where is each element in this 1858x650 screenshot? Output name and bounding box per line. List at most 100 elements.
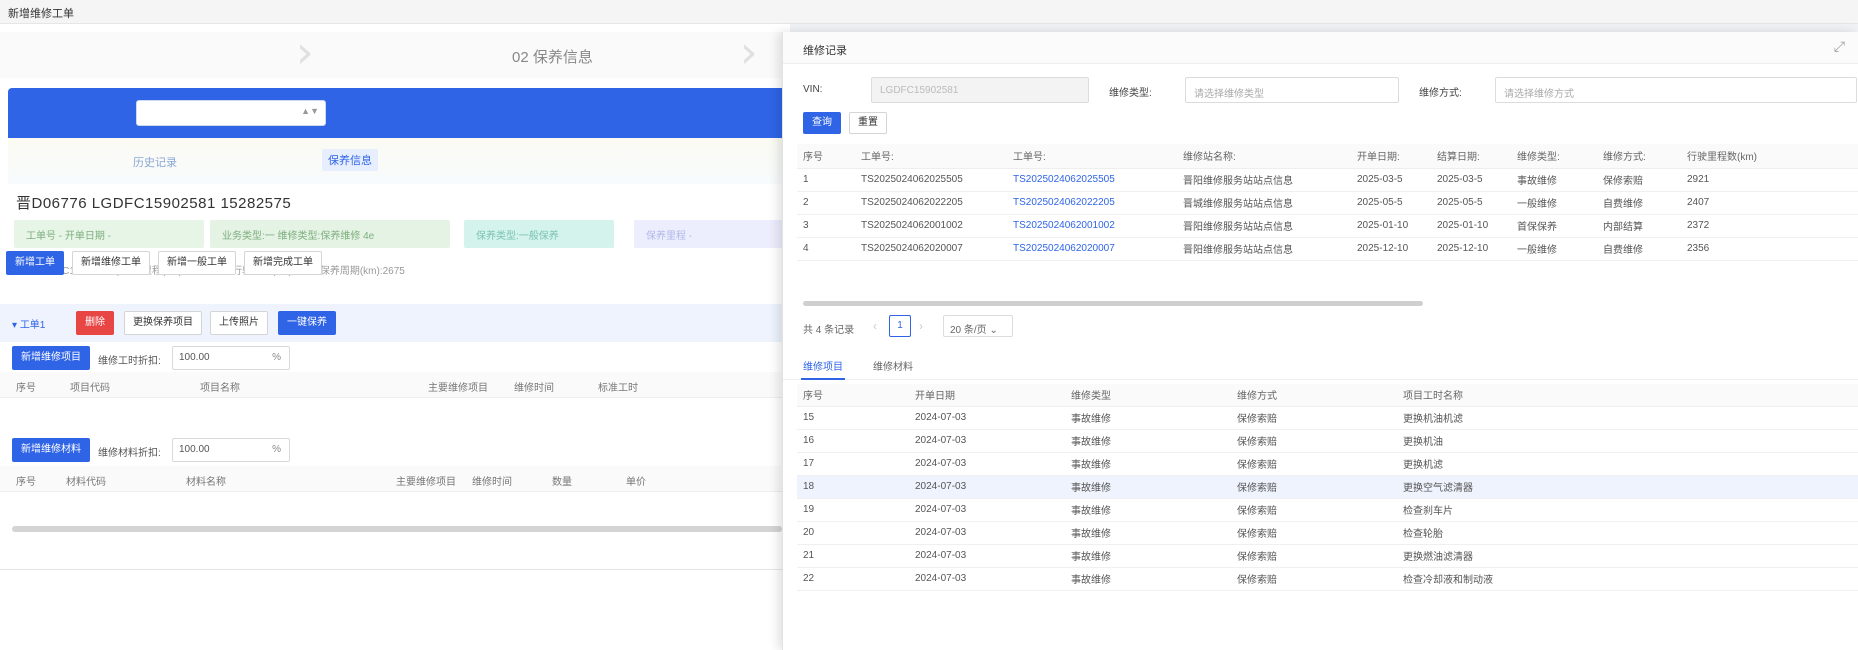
cell: 检查刹车片 bbox=[1397, 498, 1858, 522]
table-row[interactable]: 16 2024-07-03 事故维修 保修索赔 更换机油 bbox=[797, 429, 1858, 453]
horizontal-scrollbar[interactable] bbox=[803, 301, 1423, 306]
column-header: 单价 bbox=[626, 477, 646, 488]
column-header: 维修时间 bbox=[472, 477, 512, 488]
add-repair-order-button[interactable]: 新增维修工单 bbox=[72, 251, 150, 275]
cell: TS2025024062022205 bbox=[855, 191, 1007, 215]
column-header: 开单日期 bbox=[909, 384, 1065, 407]
cell: 2024-07-03 bbox=[909, 498, 1065, 522]
table-row[interactable]: 19 2024-07-03 事故维修 保修索赔 检查刹车片 bbox=[797, 498, 1858, 522]
cell: 事故维修 bbox=[1065, 452, 1231, 476]
labor-discount-input[interactable]: 100.00 % bbox=[172, 346, 290, 370]
column-header: 主要维修项目 bbox=[428, 383, 488, 394]
cell: 晋阳维修服务站站点信息 bbox=[1177, 168, 1351, 192]
upload-photo-button[interactable]: 上传照片 bbox=[210, 311, 268, 335]
window-tab[interactable]: 新增维修工单 bbox=[8, 5, 74, 21]
order-toggle[interactable]: ▾ 工单1 bbox=[12, 316, 45, 331]
table-row[interactable]: 18 2024-07-03 事故维修 保修索赔 更换空气滤清器 bbox=[797, 475, 1858, 499]
add-repair-item-button[interactable]: 新增维修项目 bbox=[12, 346, 90, 370]
step-bar: › 02 保养信息 › bbox=[0, 27, 790, 78]
add-general-order-button[interactable]: 新增一般工单 bbox=[158, 251, 236, 275]
cell: 晋阳维修服务站站点信息 bbox=[1177, 214, 1351, 238]
cell: 17 bbox=[797, 452, 909, 476]
cell: 晋阳维修服务站站点信息 bbox=[1177, 237, 1351, 261]
tab-repair-materials[interactable]: 维修材料 bbox=[873, 358, 913, 373]
table-row[interactable]: 4 TS2025024062020007 TS2025024062020007 … bbox=[797, 237, 1858, 261]
tab-history[interactable]: 历史记录 bbox=[133, 154, 177, 170]
column-header: 主要维修项目 bbox=[396, 477, 456, 488]
cell: 2025-05-5 bbox=[1351, 191, 1431, 215]
repair-type-label: 维修类型: bbox=[1109, 88, 1152, 99]
labor-discount-value: 100.00 bbox=[179, 352, 210, 363]
step-separator-icon: › bbox=[296, 27, 314, 78]
table-row[interactable]: 20 2024-07-03 事故维修 保修索赔 检查轮胎 bbox=[797, 521, 1858, 545]
table-row[interactable]: 15 2024-07-03 事故维修 保修索赔 更换机油机滤 bbox=[797, 406, 1858, 430]
one-click-maintain-button[interactable]: 一键保养 bbox=[278, 311, 336, 335]
page-size-select[interactable]: 20 条/页 ⌄ bbox=[943, 315, 1013, 337]
delete-button[interactable]: 删除 bbox=[76, 311, 114, 335]
items-header-row: 序号 开单日期 维修类型 维修方式 项目工时名称 bbox=[797, 384, 1858, 407]
repair-method-label: 维修方式: bbox=[1419, 88, 1462, 99]
add-complete-order-button[interactable]: 新增完成工单 bbox=[244, 251, 322, 275]
cell: 内部结算 bbox=[1597, 214, 1681, 238]
table-row[interactable]: 17 2024-07-03 事故维修 保修索赔 更换机滤 bbox=[797, 452, 1858, 476]
repair-history-dialog: 维修记录 ⤢ VIN: LGDFC15902581 维修类型: 请选择维修类型 … bbox=[782, 32, 1858, 650]
expand-icon[interactable]: ⤢ bbox=[1834, 38, 1845, 55]
cell: 保修索赔 bbox=[1231, 498, 1397, 522]
repair-type-select[interactable]: 请选择维修类型 bbox=[1185, 77, 1399, 103]
cell: 2407 bbox=[1681, 191, 1858, 215]
order-link[interactable]: TS2025024062025505 bbox=[1007, 168, 1177, 192]
horizontal-scrollbar[interactable] bbox=[12, 526, 782, 532]
chevron-down-icon: ⌄ bbox=[989, 325, 998, 336]
repair-method-select[interactable]: 请选择维修方式 bbox=[1495, 77, 1857, 103]
column-header: 工单号: bbox=[855, 144, 1007, 169]
cell: 20 bbox=[797, 521, 909, 545]
cell: 事故维修 bbox=[1065, 429, 1231, 453]
column-header: 维修方式 bbox=[1231, 384, 1397, 407]
percent-unit: % bbox=[272, 444, 281, 455]
column-header: 序号 bbox=[16, 477, 36, 488]
cell: 自费维修 bbox=[1597, 237, 1681, 261]
chevron-right-icon[interactable]: › bbox=[919, 319, 923, 333]
order-link[interactable]: TS2025024062001002 bbox=[1007, 214, 1177, 238]
tab-maintenance[interactable]: 保养信息 bbox=[322, 149, 378, 171]
cell: 一般维修 bbox=[1511, 191, 1597, 215]
add-order-button[interactable]: 新增工单 bbox=[6, 251, 64, 275]
vehicle-select[interactable]: ▲▼ bbox=[136, 100, 326, 126]
items-table: 序号 开单日期 维修类型 维修方式 项目工时名称 15 2024-07-03 事… bbox=[797, 384, 1858, 591]
chevron-left-icon[interactable]: ‹ bbox=[873, 319, 877, 333]
cell: 18 bbox=[797, 475, 909, 499]
table-row[interactable]: 21 2024-07-03 事故维修 保修索赔 更换燃油滤清器 bbox=[797, 544, 1858, 568]
column-header: 项目代码 bbox=[70, 383, 110, 394]
chevron-updown-icon: ▲▼ bbox=[301, 106, 319, 116]
divider bbox=[0, 569, 790, 570]
vin-field[interactable]: LGDFC15902581 bbox=[871, 77, 1089, 103]
cell: TS2025024062020007 bbox=[855, 237, 1007, 261]
material-discount-input[interactable]: 100.00 % bbox=[172, 438, 290, 462]
table-row[interactable]: 1 TS2025024062025505 TS2025024062025505 … bbox=[797, 168, 1858, 192]
order-link[interactable]: TS2025024062020007 bbox=[1007, 237, 1177, 261]
page-number[interactable]: 1 bbox=[889, 315, 911, 337]
add-material-button[interactable]: 新增维修材料 bbox=[12, 438, 90, 462]
cell: 一般维修 bbox=[1511, 237, 1597, 261]
cell: 保修索赔 bbox=[1231, 452, 1397, 476]
status-tag: 工单号 - 开单日期 - bbox=[14, 220, 204, 248]
search-button[interactable]: 查询 bbox=[803, 112, 841, 134]
table-row[interactable]: 3 TS2025024062001002 TS2025024062001002 … bbox=[797, 214, 1858, 238]
change-items-button[interactable]: 更换保养项目 bbox=[124, 311, 202, 335]
top-bar: 新增维修工单 bbox=[0, 0, 1858, 24]
column-header: 序号 bbox=[797, 384, 909, 407]
column-header: 维修方式: bbox=[1597, 144, 1681, 169]
cell: 2372 bbox=[1681, 214, 1858, 238]
records-header-row: 序号 工单号: 工单号: 维修站名称: 开单日期: 结算日期: 维修类型: 维修… bbox=[797, 144, 1858, 169]
cell: 首保保养 bbox=[1511, 214, 1597, 238]
tab-repair-items[interactable]: 维修项目 bbox=[803, 358, 843, 373]
sub-tab-bar: 历史记录 保养信息 bbox=[8, 138, 788, 184]
order-link[interactable]: TS2025024062022205 bbox=[1007, 191, 1177, 215]
table-row[interactable]: 2 TS2025024062022205 TS2025024062022205 … bbox=[797, 191, 1858, 215]
cell: 检查冷却液和制动液 bbox=[1397, 567, 1858, 591]
column-header: 项目名称 bbox=[200, 383, 240, 394]
cell: 更换机油 bbox=[1397, 429, 1858, 453]
reset-button[interactable]: 重置 bbox=[849, 112, 887, 134]
status-tag: 保养里程 - bbox=[634, 220, 790, 248]
table-row[interactable]: 22 2024-07-03 事故维修 保修索赔 检查冷却液和制动液 bbox=[797, 567, 1858, 591]
